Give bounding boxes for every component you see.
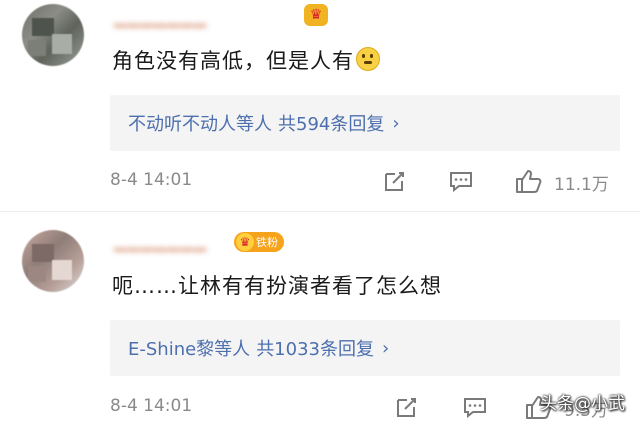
avatar[interactable] [22, 230, 84, 292]
comment-icon[interactable] [462, 394, 488, 420]
comment-item: ▁▁▁▁▁▁▁ ♛ 角色没有高低，但是人有 不动听不动人等人 共594条回复 ›… [0, 0, 640, 210]
thinking-emoji-icon [356, 47, 380, 71]
reply-count[interactable]: 共1033条回复 [256, 335, 374, 361]
timestamp: 8-4 14:01 [110, 396, 193, 416]
reply-users[interactable]: E-Shine黎等人 [128, 335, 250, 361]
repost-icon[interactable] [394, 394, 420, 420]
reply-count[interactable]: 共594条回复 [278, 110, 384, 136]
chevron-right-icon: › [382, 337, 390, 359]
chevron-right-icon: › [392, 112, 400, 134]
repost-icon[interactable] [382, 168, 408, 194]
comment-text: 呃……让林有有扮演者看了怎么想 [112, 274, 442, 298]
reply-preview[interactable]: 不动听不动人等人 共594条回复 › [110, 95, 620, 151]
username[interactable]: ▁▁▁▁▁▁▁ [114, 8, 207, 27]
username[interactable]: ▁▁▁▁▁▁▁ [114, 232, 207, 251]
divider [0, 211, 640, 212]
watermark: 头条@小武 [540, 394, 625, 414]
like-icon[interactable] [514, 168, 544, 194]
timestamp: 8-4 14:01 [110, 170, 193, 190]
reply-users[interactable]: 不动听不动人等人 [128, 110, 272, 136]
like-count: 11.1万 [554, 175, 609, 195]
comment-icon[interactable] [448, 168, 474, 194]
vip-crown-icon: ♛ [304, 4, 328, 26]
avatar[interactable] [22, 4, 84, 66]
comment-footer: 8-4 14:01 11.1万 [110, 166, 630, 196]
comment-text: 角色没有高低，但是人有 [112, 45, 380, 75]
reply-preview[interactable]: E-Shine黎等人 共1033条回复 › [110, 320, 620, 376]
vip-crown-icon: ♛ [236, 233, 254, 251]
fan-badge: ♛ 铁粉 [234, 232, 284, 252]
